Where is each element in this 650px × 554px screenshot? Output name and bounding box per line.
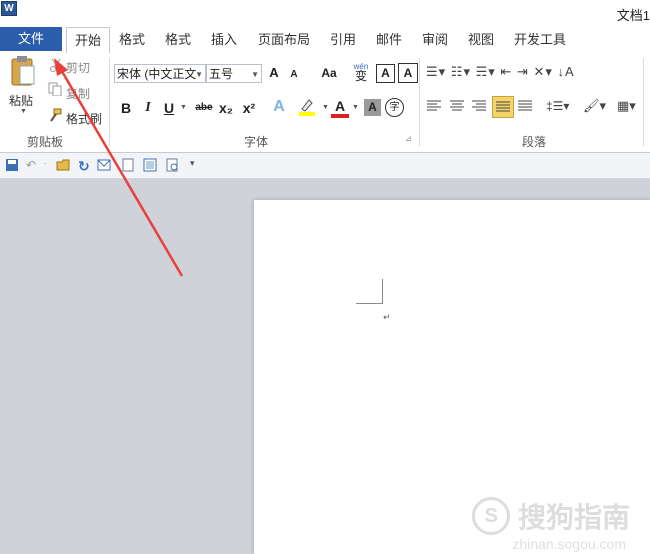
chevron-down-icon[interactable]: ▼ bbox=[322, 104, 329, 111]
line-spacing-icon[interactable]: ‡☰▾ bbox=[546, 99, 569, 113]
paste-button[interactable]: 粘贴 bbox=[9, 92, 33, 109]
font-size-value: 五号 bbox=[209, 67, 234, 81]
group-divider bbox=[643, 58, 644, 146]
tab-insert[interactable]: 插入 bbox=[211, 27, 237, 52]
underline-button[interactable]: U bbox=[160, 98, 178, 118]
chevron-down-icon[interactable]: ▼ bbox=[352, 104, 359, 111]
paste-dropdown-icon[interactable]: ▼ bbox=[20, 108, 27, 115]
tab-view[interactable]: 视图 bbox=[468, 27, 494, 52]
tab-mailings[interactable]: 邮件 bbox=[376, 27, 402, 52]
document-area: ↵ S 搜狗指南 zhinan.sogou.com bbox=[0, 179, 650, 554]
tab-references[interactable]: 引用 bbox=[330, 27, 356, 52]
paragraph-mark: ↵ bbox=[383, 312, 391, 322]
copy-icon bbox=[48, 82, 62, 97]
open-folder-icon[interactable] bbox=[56, 158, 70, 172]
format-painter-icon bbox=[48, 108, 62, 122]
font-name-value: 宋体 (中文正文 bbox=[117, 67, 197, 81]
tab-file[interactable]: 文件 bbox=[0, 27, 62, 51]
paragraph-group-label: 段落 bbox=[522, 135, 547, 149]
undo-icon[interactable]: ↶ bbox=[26, 158, 40, 172]
watermark-logo: S 搜狗指南 bbox=[472, 496, 630, 536]
change-case-button[interactable]: Aa bbox=[315, 63, 343, 83]
pinyin-guide-button[interactable]: wén 变 bbox=[352, 62, 370, 82]
customize-qat-icon[interactable]: ▾ bbox=[190, 158, 204, 172]
document-page[interactable]: ↵ S 搜狗指南 zhinan.sogou.com bbox=[254, 200, 650, 554]
tab-developer[interactable]: 开发工具 bbox=[514, 27, 566, 52]
justify-button[interactable] bbox=[492, 96, 514, 118]
dialog-launcher-icon[interactable]: ⊿ bbox=[405, 134, 412, 143]
word-app-icon[interactable]: W bbox=[1, 1, 17, 16]
watermark-url: zhinan.sogou.com bbox=[512, 536, 626, 552]
tab-review[interactable]: 审阅 bbox=[422, 27, 448, 52]
subscript-button[interactable]: x₂ bbox=[217, 98, 235, 118]
asian-layout-icon[interactable]: ✕▾ bbox=[534, 64, 553, 79]
chevron-down-icon: ▼ bbox=[251, 70, 259, 79]
watermark-text: 搜狗指南 bbox=[517, 502, 630, 533]
font-color-button[interactable]: A bbox=[331, 96, 349, 116]
print-preview-icon[interactable] bbox=[143, 158, 157, 172]
char-border-button[interactable]: A bbox=[376, 64, 395, 83]
align-left-icon[interactable] bbox=[426, 99, 446, 117]
text-effects-button[interactable]: A bbox=[270, 97, 288, 117]
bold-button[interactable]: B bbox=[117, 98, 135, 118]
clipboard-group-label: 剪贴板 bbox=[27, 135, 64, 149]
ribbon-home: 粘贴 ▼ 剪切 复制 格式刷 剪贴板 宋体 (中文正文 ▼ 五号 ▼ A A A… bbox=[0, 52, 650, 153]
quick-access-toolbar: ↶ · ↻ ▾ bbox=[0, 153, 650, 179]
watermark-s-icon: S bbox=[472, 497, 511, 535]
font-size-combo[interactable]: 五号 ▼ bbox=[206, 64, 262, 83]
redo-icon[interactable]: ↻ bbox=[78, 158, 92, 174]
new-document-icon[interactable] bbox=[121, 158, 135, 172]
align-right-icon[interactable] bbox=[471, 99, 491, 117]
cut-button[interactable]: 剪切 bbox=[66, 59, 90, 76]
superscript-button[interactable]: x² bbox=[240, 98, 258, 118]
scissors-icon bbox=[49, 58, 63, 72]
email-icon[interactable] bbox=[97, 158, 111, 172]
multilevel-list-icon[interactable]: ☴▾ bbox=[476, 64, 496, 79]
shrink-font-button[interactable]: A bbox=[285, 65, 303, 85]
paste-icon[interactable] bbox=[8, 56, 38, 90]
save-icon[interactable] bbox=[5, 158, 19, 172]
distributed-icon[interactable] bbox=[517, 99, 537, 117]
font-color-swatch bbox=[331, 114, 349, 118]
tab-page-layout[interactable]: 页面布局 bbox=[258, 27, 310, 52]
margin-corner-mark bbox=[356, 279, 383, 304]
document-title: 文档1 bbox=[616, 8, 650, 23]
decrease-indent-icon[interactable]: ⇤ bbox=[500, 64, 512, 79]
copy-button[interactable]: 复制 bbox=[66, 85, 90, 102]
increase-indent-icon[interactable]: ⇥ bbox=[517, 64, 529, 79]
tab-format-1[interactable]: 格式 bbox=[119, 27, 145, 52]
sort-icon[interactable]: ↓A bbox=[558, 64, 575, 79]
align-center-icon[interactable] bbox=[449, 99, 469, 117]
enclose-char-button[interactable]: 字 bbox=[385, 98, 404, 117]
pinyin-char: 变 bbox=[354, 69, 367, 83]
print-icon[interactable] bbox=[165, 158, 179, 172]
group-divider bbox=[419, 58, 420, 146]
title-bar: W 文档1 bbox=[0, 0, 650, 27]
highlight-icon[interactable] bbox=[298, 97, 316, 117]
strikethrough-button[interactable]: abe bbox=[192, 98, 216, 118]
borders-icon[interactable]: ▦▾ bbox=[617, 98, 636, 114]
text-box-icon[interactable]: A bbox=[398, 63, 418, 83]
tab-format-2[interactable]: 格式 bbox=[165, 27, 191, 52]
font-group-label: 字体 bbox=[244, 135, 269, 149]
group-divider bbox=[109, 58, 110, 146]
bullets-icon[interactable]: ☰▾ bbox=[426, 64, 446, 79]
format-painter-button[interactable]: 格式刷 bbox=[66, 110, 102, 127]
chevron-down-icon[interactable]: ▼ bbox=[180, 104, 187, 111]
italic-button[interactable]: I bbox=[139, 98, 157, 118]
chevron-down-icon: ▼ bbox=[195, 70, 203, 79]
tab-home[interactable]: 开始 bbox=[66, 27, 110, 53]
font-name-combo[interactable]: 宋体 (中文正文 ▼ bbox=[114, 64, 206, 83]
char-shading-button[interactable]: A bbox=[364, 99, 381, 116]
shading-icon[interactable]: 🖌▾ bbox=[583, 98, 606, 114]
ribbon-tab-row: 文件 开始 格式 格式 插入 页面布局 引用 邮件 审阅 视图 开发工具 bbox=[0, 27, 650, 53]
numbering-icon[interactable]: ☷▾ bbox=[451, 64, 471, 79]
paragraph-list-buttons[interactable]: ☰▾ ☷▾ ☴▾ ⇤ ⇥ ✕▾ ↓A bbox=[426, 64, 650, 84]
grow-font-button[interactable]: A bbox=[265, 63, 283, 83]
